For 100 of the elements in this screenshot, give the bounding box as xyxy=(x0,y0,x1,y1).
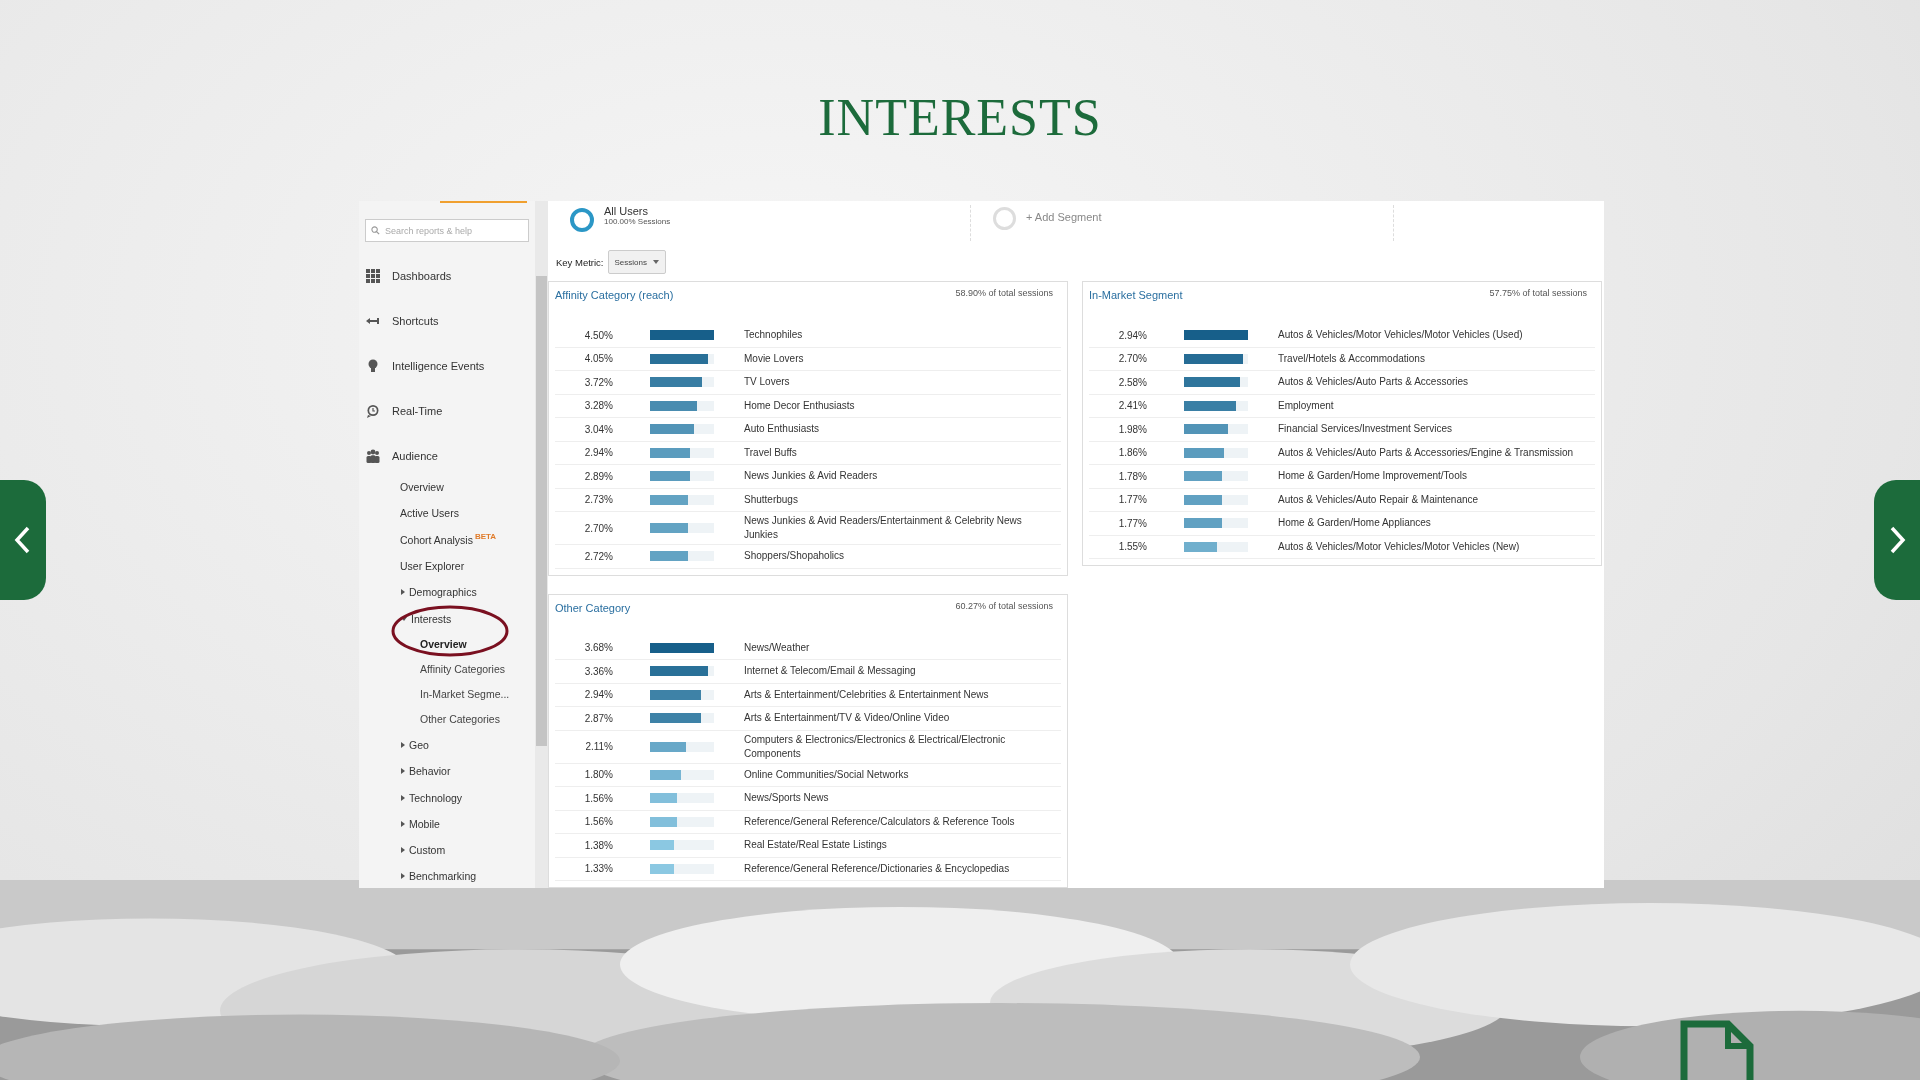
menu-item[interactable]: Affinity Categories xyxy=(420,663,505,676)
category-name: Reference/General Reference/Calculators & Reference Tools xyxy=(744,814,1015,829)
category-name: Movie Lovers xyxy=(744,351,804,366)
percent-value: 1.55% xyxy=(1117,541,1147,553)
nav-item[interactable]: Real-Time xyxy=(392,404,443,417)
category-name: News/Sports News xyxy=(744,791,829,806)
search-icon xyxy=(371,226,380,235)
circle-icon xyxy=(570,208,594,232)
clock-icon xyxy=(366,403,380,418)
percent-value: 3.28% xyxy=(583,400,613,412)
next-slide-button[interactable] xyxy=(1874,480,1920,600)
category-name: TV Lovers xyxy=(744,375,790,390)
percent-value: 3.68% xyxy=(583,642,613,654)
category-name: News Junkies & Avid Readers/Entertainment & Celebrity News Junkies xyxy=(744,514,1023,542)
menu-item[interactable]: Technology xyxy=(409,791,463,804)
category-name: Travel/Hotels & Accommodations xyxy=(1278,351,1425,366)
percent-value: 1.86% xyxy=(1117,447,1147,459)
key-metric-label: Key Metric: xyxy=(556,256,604,268)
category-name: Arts & Entertainment/TV & Video/Online Video xyxy=(744,711,950,726)
previous-slide-button[interactable] xyxy=(0,480,46,600)
panel-total: 60.27% of total sessions xyxy=(955,600,1053,611)
category-name: Autos & Vehicles/Auto Parts & Accessories/Engine & Transmission xyxy=(1278,445,1574,460)
metric-dropdown[interactable]: Sessions xyxy=(607,250,666,274)
percent-value: 1.78% xyxy=(1117,470,1147,482)
category-name: Auto Enthusiasts xyxy=(744,422,820,437)
nav-item[interactable]: Shortcuts xyxy=(392,314,439,327)
panel-title: In-Market Segment xyxy=(1089,289,1183,301)
menu-item[interactable]: Mobile xyxy=(409,817,440,830)
segment-name[interactable]: All Users xyxy=(604,205,671,217)
menu-item[interactable]: Overview xyxy=(420,638,467,651)
percent-value: 1.77% xyxy=(1117,494,1147,506)
menu-item[interactable]: Demographics xyxy=(409,586,477,599)
percent-value: 2.70% xyxy=(1117,353,1147,365)
percent-value: 2.94% xyxy=(583,447,613,459)
scrollbar[interactable] xyxy=(535,201,548,888)
add-segment-link[interactable]: + Add Segment xyxy=(1026,211,1102,223)
category-name: Shutterbugs xyxy=(744,492,798,507)
category-name: Online Communities/Social Networks xyxy=(744,767,909,782)
menu-item[interactable]: Benchmarking xyxy=(409,870,477,883)
category-name: Financial Services/Investment Services xyxy=(1278,422,1452,437)
percent-value: 1.56% xyxy=(583,816,613,828)
category-name: Travel Buffs xyxy=(744,445,797,460)
document-icon[interactable] xyxy=(1680,1020,1754,1080)
grid-icon xyxy=(366,268,380,283)
percent-value: 1.77% xyxy=(1117,517,1147,529)
slide-title: INTERESTS xyxy=(818,88,1102,148)
menu-item[interactable]: Overview xyxy=(400,481,444,494)
panel-title: Affinity Category (reach) xyxy=(555,289,674,301)
menu-item[interactable]: Behavior xyxy=(409,765,451,778)
search-field[interactable]: Search reports & help xyxy=(365,219,529,242)
percent-value: 2.94% xyxy=(1117,329,1147,341)
percent-value: 1.98% xyxy=(1117,423,1147,435)
percent-value: 2.89% xyxy=(583,470,613,482)
category-name: Arts & Entertainment/Celebrities & Entertainment News xyxy=(744,687,989,702)
percent-value: 2.87% xyxy=(583,712,613,724)
percent-value: 2.72% xyxy=(583,550,613,562)
category-name: Employment xyxy=(1278,398,1334,413)
category-name: Autos & Vehicles/Auto Repair & Maintenance xyxy=(1278,492,1479,507)
percent-value: 4.05% xyxy=(583,353,613,365)
menu-item[interactable]: User Explorer xyxy=(400,560,465,573)
category-name: Internet & Telecom/Email & Messaging xyxy=(744,664,916,679)
category-name: Autos & Vehicles/Motor Vehicles/Motor Vehicles (Used) xyxy=(1278,328,1523,343)
percent-value: 1.80% xyxy=(583,769,613,781)
percent-value: 2.94% xyxy=(583,689,613,701)
category-name: News/Weather xyxy=(744,640,810,655)
category-name: Reference/General Reference/Dictionaries & Encyclopedias xyxy=(744,861,1010,876)
menu-item[interactable]: Other Categories xyxy=(420,713,500,726)
category-name: Real Estate/Real Estate Listings xyxy=(744,838,887,853)
percent-value: 2.41% xyxy=(1117,400,1147,412)
category-name: Shoppers/Shopaholics xyxy=(744,549,845,564)
category-name: Autos & Vehicles/Auto Parts & Accessories xyxy=(1278,375,1469,390)
percent-value: 1.38% xyxy=(583,839,613,851)
category-name: Autos & Vehicles/Motor Vehicles/Motor Vehicles (New) xyxy=(1278,539,1520,554)
menu-item[interactable]: Geo xyxy=(409,738,429,751)
menu-item[interactable]: In-Market Segme... xyxy=(420,688,510,701)
menu-item[interactable]: Interests xyxy=(411,612,452,625)
menu-item[interactable]: Active Users xyxy=(400,507,459,520)
category-name: Computers & Electronics/Electronics & Electrical/Electronic Components xyxy=(744,732,1007,761)
percent-value: 2.73% xyxy=(583,494,613,506)
percent-value: 2.11% xyxy=(584,741,613,752)
menu-item[interactable]: Custom xyxy=(409,844,446,857)
panel-total: 57.75% of total sessions xyxy=(1489,288,1587,298)
empty-circle-icon xyxy=(993,207,1016,230)
lightbulb-icon xyxy=(366,358,380,373)
nav-item[interactable]: Intelligence Events xyxy=(392,359,485,372)
percent-value: 3.36% xyxy=(583,665,613,677)
category-name: Home & Garden/Home Appliances xyxy=(1278,516,1431,531)
percent-value: 2.70% xyxy=(583,522,613,534)
menu-item[interactable]: Cohort Analysis xyxy=(400,533,473,546)
percent-value: 2.58% xyxy=(1117,376,1147,388)
percent-value: 1.33% xyxy=(583,863,613,875)
percent-value: 3.04% xyxy=(583,423,613,435)
segment-detail: 100.00% Sessions xyxy=(604,217,671,226)
nav-item[interactable]: Dashboards xyxy=(392,269,452,282)
panel-total: 58.90% of total sessions xyxy=(955,288,1053,298)
nav-item[interactable]: Audience xyxy=(392,449,438,462)
beta-label: BETA xyxy=(474,532,497,542)
category-name: Home & Garden/Home Improvement/Tools xyxy=(1278,469,1467,484)
percent-value: 4.50% xyxy=(583,329,613,341)
percent-value: 1.56% xyxy=(583,792,613,804)
